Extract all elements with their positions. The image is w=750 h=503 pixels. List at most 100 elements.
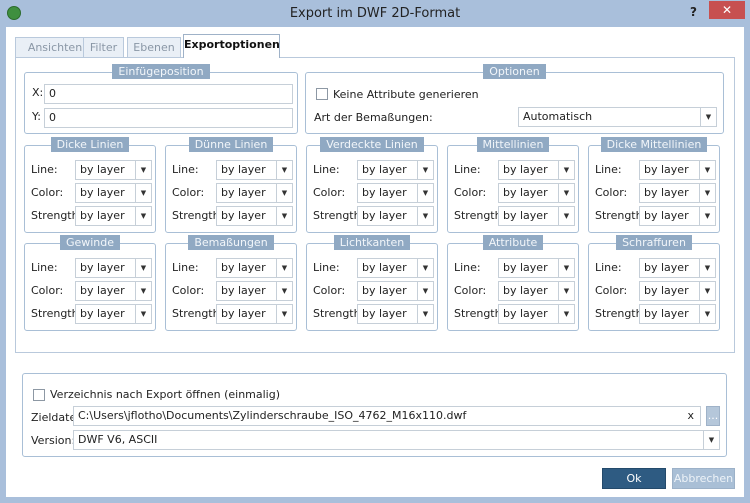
y-input[interactable]: 0 [44,108,293,128]
line-select[interactable]: by layer ▼ [75,258,152,278]
version-value: DWF V6, ASCII [78,433,158,446]
group-lichtkanten: Lichtkanten Line: by layer ▼ Color: by laye… [306,235,438,331]
line-label: Line: [454,261,481,274]
group-title: Dünne Linien [188,137,274,152]
dimension-type-select[interactable]: Automatisch ▼ [518,107,717,127]
chevron-down-icon: ▼ [276,207,292,225]
line-select[interactable]: by layer ▼ [639,160,716,180]
strength-value: by layer [362,209,407,222]
strength-select[interactable]: by layer ▼ [498,206,575,226]
group-title: Verdeckte Linien [320,137,424,152]
chevron-down-icon: ▼ [700,108,716,126]
tab-ebenen[interactable]: Ebenen [127,37,181,58]
line-select[interactable]: by layer ▼ [75,160,152,180]
open-directory-checkbox[interactable] [33,389,45,401]
clear-button[interactable]: x [687,407,694,425]
tab-exportoptionen[interactable]: Exportoptionen [183,34,280,58]
color-select[interactable]: by layer ▼ [75,281,152,301]
group-title: Einfügeposition [112,64,210,79]
color-value: by layer [362,284,407,297]
color-label: Color: [172,186,205,199]
strength-select[interactable]: by layer ▼ [75,304,152,324]
chevron-down-icon: ▼ [417,161,433,179]
line-select[interactable]: by layer ▼ [498,160,575,180]
browse-button[interactable]: ... [706,406,720,426]
color-select[interactable]: by layer ▼ [357,183,434,203]
color-label: Color: [313,186,346,199]
version-select[interactable]: DWF V6, ASCII ▼ [73,430,720,450]
color-label: Color: [31,284,64,297]
color-label: Color: [313,284,346,297]
color-label: Color: [595,186,628,199]
chevron-down-icon: ▼ [558,282,574,300]
chevron-down-icon: ▼ [699,207,715,225]
color-label: Color: [31,186,64,199]
group-d-nne-linien: Dünne Linien Line: by layer ▼ Color: by lay… [165,137,297,233]
group-schraffuren: Schraffuren Line: by layer ▼ Color: by laye… [588,235,720,331]
group-gewinde: Gewinde Line: by layer ▼ Color: by layer ▼ St… [24,235,156,331]
strength-select[interactable]: by layer ▼ [357,304,434,324]
color-value: by layer [503,186,548,199]
color-select[interactable]: by layer ▼ [357,281,434,301]
line-value: by layer [221,261,266,274]
line-select[interactable]: by layer ▼ [639,258,716,278]
chevron-down-icon: ▼ [417,259,433,277]
color-select[interactable]: by layer ▼ [498,281,575,301]
strength-select[interactable]: by layer ▼ [216,206,293,226]
group-mittellinien: Mittellinien Line: by layer ▼ Color: by lay… [447,137,579,233]
line-value: by layer [644,163,689,176]
strength-select[interactable]: by layer ▼ [639,206,716,226]
chevron-down-icon: ▼ [699,305,715,323]
chevron-down-icon: ▼ [417,207,433,225]
chevron-down-icon: ▼ [135,207,151,225]
line-value: by layer [80,261,125,274]
dimension-type-label: Art der Bemaßungen: [314,111,433,124]
strength-select[interactable]: by layer ▼ [639,304,716,324]
ok-button[interactable]: Ok [602,468,666,489]
strength-select[interactable]: by layer ▼ [357,206,434,226]
cancel-button[interactable]: Abbrechen [672,468,735,489]
strength-value: by layer [503,307,548,320]
color-value: by layer [644,284,689,297]
chevron-down-icon: ▼ [558,161,574,179]
line-label: Line: [313,163,340,176]
chevron-down-icon: ▼ [558,184,574,202]
x-input[interactable]: 0 [44,84,293,104]
chevron-down-icon: ▼ [135,161,151,179]
color-select[interactable]: by layer ▼ [639,183,716,203]
strength-value: by layer [644,209,689,222]
line-label: Line: [595,261,622,274]
open-directory-label: Verzeichnis nach Export öffnen (einmalig… [50,388,281,401]
chevron-down-icon: ▼ [558,305,574,323]
color-select[interactable]: by layer ▼ [75,183,152,203]
version-label: Version: [31,434,76,447]
line-label: Line: [31,163,58,176]
line-select[interactable]: by layer ▼ [216,160,293,180]
help-button[interactable]: ? [690,5,697,19]
chevron-down-icon: ▼ [135,305,151,323]
color-value: by layer [503,284,548,297]
color-select[interactable]: by layer ▼ [216,281,293,301]
chevron-down-icon: ▼ [135,184,151,202]
chevron-down-icon: ▼ [135,282,151,300]
strength-select[interactable]: by layer ▼ [498,304,575,324]
group-title: Optionen [483,64,546,79]
x-label: X: [32,86,44,99]
target-file-input[interactable]: C:\Users\jflotho\Documents\Zylinderschra… [73,406,701,426]
chevron-down-icon: ▼ [276,282,292,300]
line-select[interactable]: by layer ▼ [357,160,434,180]
color-select[interactable]: by layer ▼ [216,183,293,203]
chevron-down-icon: ▼ [558,207,574,225]
line-select[interactable]: by layer ▼ [216,258,293,278]
line-select[interactable]: by layer ▼ [498,258,575,278]
color-select[interactable]: by layer ▼ [639,281,716,301]
line-select[interactable]: by layer ▼ [357,258,434,278]
tab-filter[interactable]: Filter [83,37,124,58]
line-label: Line: [595,163,622,176]
close-button[interactable]: ✕ [709,1,745,19]
strength-select[interactable]: by layer ▼ [216,304,293,324]
no-attributes-checkbox[interactable] [316,88,328,100]
color-select[interactable]: by layer ▼ [498,183,575,203]
strength-select[interactable]: by layer ▼ [75,206,152,226]
output-group: Verzeichnis nach Export öffnen (einmalig… [22,373,727,457]
